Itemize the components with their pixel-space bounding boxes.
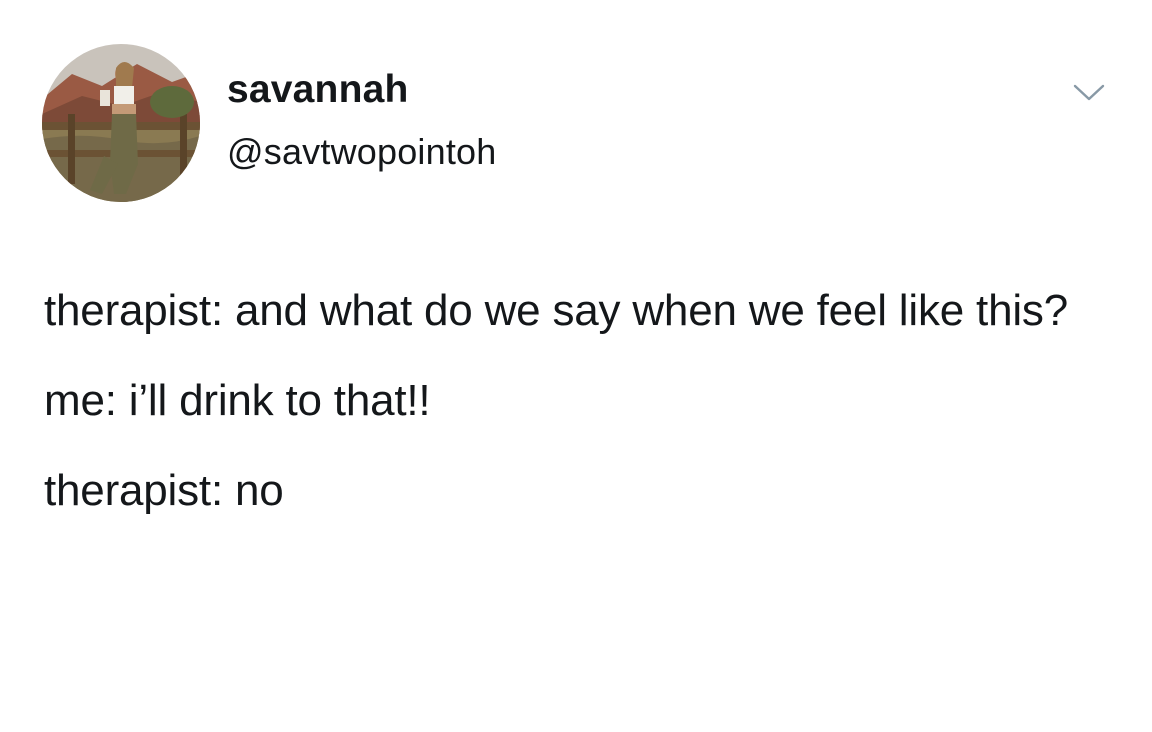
profile-photo-icon bbox=[42, 44, 200, 202]
tweet-line: therapist: no bbox=[44, 466, 284, 515]
display-name[interactable]: savannah bbox=[227, 70, 409, 109]
avatar[interactable] bbox=[42, 44, 200, 202]
chevron-down-icon[interactable] bbox=[1072, 82, 1106, 104]
tweet-card: savannah @savtwopointoh therapist: and w… bbox=[0, 0, 1152, 732]
tweet-line: me: i’ll drink to that!! bbox=[44, 376, 431, 425]
user-handle[interactable]: @savtwopointoh bbox=[227, 134, 497, 170]
tweet-text: therapist: and what do we say when we fe… bbox=[44, 278, 1124, 548]
tweet-line: therapist: and what do we say when we fe… bbox=[44, 286, 1068, 335]
